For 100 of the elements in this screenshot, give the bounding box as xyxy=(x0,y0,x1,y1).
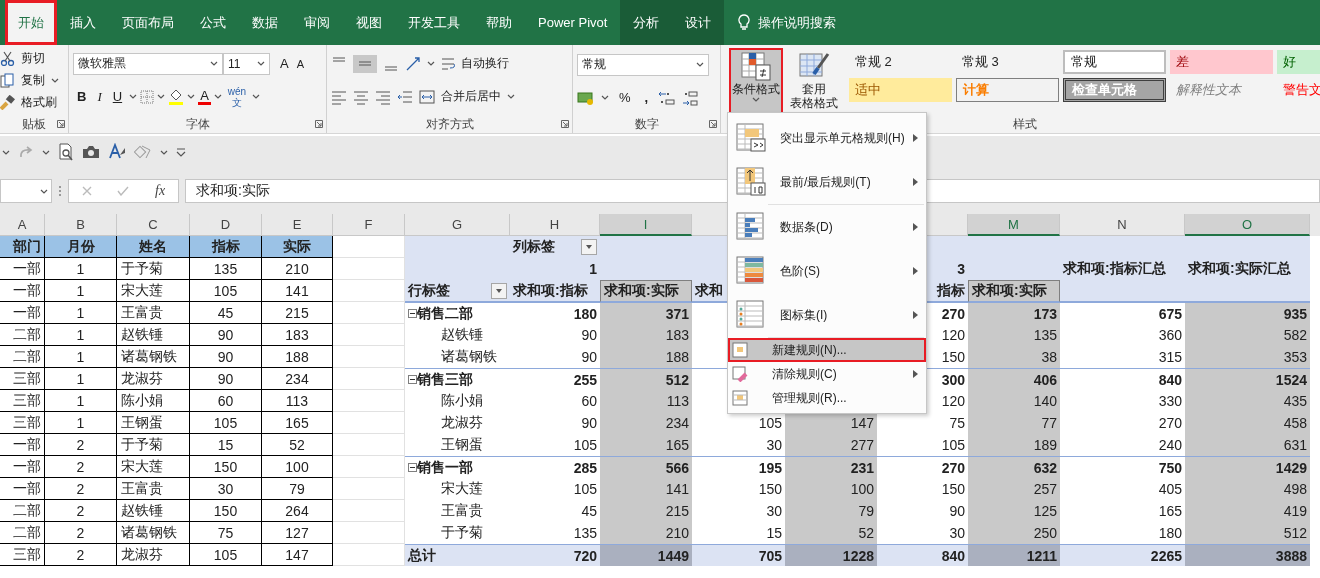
ribbon-tab[interactable]: 开发工具 xyxy=(395,0,473,45)
italic-button[interactable]: I xyxy=(93,87,106,106)
caret-icon[interactable] xyxy=(157,93,166,100)
table-cell: 王富贵 xyxy=(117,302,190,324)
pivot-cell: 215 xyxy=(600,500,692,522)
font-size-field[interactable]: 11 xyxy=(223,52,270,75)
empty-cell xyxy=(333,324,405,346)
table-cell: 30 xyxy=(190,478,262,500)
filter-dropdown-icon[interactable] xyxy=(581,239,597,255)
row-label: 赵铁锤 xyxy=(440,325,484,344)
caret-icon[interactable] xyxy=(252,93,261,100)
comma-button[interactable]: , xyxy=(640,89,653,107)
pivot-header: 求和项:指标汇总 xyxy=(1060,258,1185,280)
customize-toolbar-icon[interactable] xyxy=(176,147,186,157)
copy-icon[interactable] xyxy=(0,72,15,88)
text-orientation-icon[interactable] xyxy=(405,55,421,72)
ribbon-tab[interactable]: 设计 xyxy=(672,0,725,45)
pivot-cell-text: 180 xyxy=(1157,524,1183,543)
caret-icon[interactable] xyxy=(129,93,138,100)
menu-item[interactable]: 数据条(D) xyxy=(728,205,926,249)
clipboard-command[interactable]: 复制 xyxy=(21,71,45,89)
ribbon-tab[interactable]: 视图 xyxy=(343,0,395,45)
menu-item[interactable]: 新建规则(N)... xyxy=(728,338,926,362)
caret-icon[interactable] xyxy=(507,93,515,101)
caret-icon[interactable] xyxy=(213,93,222,100)
cell-style[interactable]: 解释性文本 xyxy=(1170,78,1273,102)
collapse-icon[interactable] xyxy=(408,463,417,472)
table-cell: 147 xyxy=(262,544,333,566)
caret-icon[interactable] xyxy=(160,148,168,156)
caret-icon[interactable] xyxy=(51,76,59,84)
pivot-label: 列标签 xyxy=(513,238,555,256)
ribbon-tab[interactable]: 公式 xyxy=(187,0,239,45)
caret-icon[interactable] xyxy=(42,148,50,156)
menu-item[interactable]: 突出显示单元格规则(H) xyxy=(728,116,926,160)
caret-icon[interactable] xyxy=(187,93,196,100)
decrease-decimal-icon[interactable] xyxy=(682,89,701,106)
phonetic-button[interactable]: wén 文 xyxy=(224,85,250,108)
cell-style[interactable]: 适中 xyxy=(849,78,952,102)
clipboard-command[interactable]: 格式刷 xyxy=(21,93,57,111)
number-format-field[interactable]: 常规 xyxy=(577,53,709,76)
print-preview-icon[interactable] xyxy=(58,143,74,161)
conditional-format-icon[interactable] xyxy=(740,52,772,82)
bold-button[interactable]: B xyxy=(73,88,91,105)
cell-style[interactable]: 差 xyxy=(1170,50,1273,74)
pivot-cell-text: 90 xyxy=(580,348,598,367)
cell-style[interactable]: 好 xyxy=(1277,50,1320,74)
caret-icon[interactable] xyxy=(601,94,609,102)
currency-icon[interactable] xyxy=(577,90,595,105)
dialog-launcher-icon[interactable] xyxy=(561,120,569,128)
ribbon-tab[interactable]: 帮助 xyxy=(473,0,525,45)
shrink-font-button[interactable]: A xyxy=(292,56,308,71)
dialog-launcher-icon[interactable] xyxy=(315,120,323,128)
merge-center-button[interactable]: 合并后居中 xyxy=(441,88,501,106)
paintbrush-icon[interactable] xyxy=(0,94,15,110)
ribbon-tab[interactable]: 插入 xyxy=(57,0,109,45)
lightbulb-icon[interactable] xyxy=(738,14,751,31)
empty-cell xyxy=(333,412,405,434)
ribbon-tab[interactable]: 开始 xyxy=(5,0,57,45)
conditional-formatting-button[interactable]: 条件格式 xyxy=(729,48,783,115)
caret-icon[interactable] xyxy=(427,60,435,68)
scissors-icon[interactable] xyxy=(0,50,15,66)
collapse-icon[interactable] xyxy=(408,309,417,318)
dialog-launcher-icon[interactable] xyxy=(709,120,717,128)
wrap-text-button[interactable]: 自动换行 xyxy=(461,55,509,73)
merge-center-icon[interactable] xyxy=(419,89,435,104)
ribbon-tab[interactable]: Power Pivot xyxy=(525,0,621,45)
filter-dropdown-icon[interactable] xyxy=(491,282,507,299)
collapse-icon[interactable] xyxy=(408,375,417,384)
font-color-button[interactable]: A xyxy=(198,88,211,105)
column-header[interactable]: M xyxy=(968,214,1060,236)
wrap-text-icon[interactable] xyxy=(441,55,455,72)
underline-button[interactable]: U xyxy=(108,88,127,105)
increase-decimal-icon[interactable] xyxy=(658,89,677,106)
ribbon-tab[interactable]: 分析 xyxy=(620,0,673,45)
ribbon-tab[interactable]: 审阅 xyxy=(291,0,343,45)
format-as-table-button[interactable]: 套用 表格格式 xyxy=(787,48,841,115)
cell-style[interactable]: 常规 3 xyxy=(956,50,1059,74)
ribbon-tab[interactable]: 数据 xyxy=(239,0,291,45)
grow-font-button[interactable]: A xyxy=(276,55,293,72)
column-header[interactable]: F xyxy=(333,214,405,236)
table-cell: 于予菊 xyxy=(117,258,190,280)
table-cell: 105 xyxy=(190,412,262,434)
caret-icon[interactable] xyxy=(2,148,10,156)
text-style-icon[interactable] xyxy=(108,143,126,161)
group-label: 对齐方式 xyxy=(425,115,474,133)
camera-icon[interactable] xyxy=(82,145,100,159)
dialog-launcher-icon[interactable] xyxy=(57,120,65,128)
clipboard-command[interactable]: 剪切 xyxy=(21,49,45,67)
percent-button[interactable]: % xyxy=(615,89,635,107)
fill-color-icon[interactable] xyxy=(168,88,185,105)
column-heading: 指标 xyxy=(190,236,262,258)
insert-function-button[interactable]: fx xyxy=(155,183,166,199)
column-header[interactable]: O xyxy=(1185,214,1310,236)
column-header[interactable]: I xyxy=(600,214,692,236)
tell-me-search[interactable]: 操作说明搜索 xyxy=(758,13,837,32)
font-name-field[interactable]: 微软雅黑 xyxy=(73,52,223,75)
ribbon-tab[interactable]: 页面布局 xyxy=(109,0,187,45)
cell-style[interactable]: 常规 xyxy=(1063,50,1166,74)
cell-style[interactable]: 常规 2 xyxy=(849,50,952,74)
empty-cell xyxy=(333,456,405,478)
